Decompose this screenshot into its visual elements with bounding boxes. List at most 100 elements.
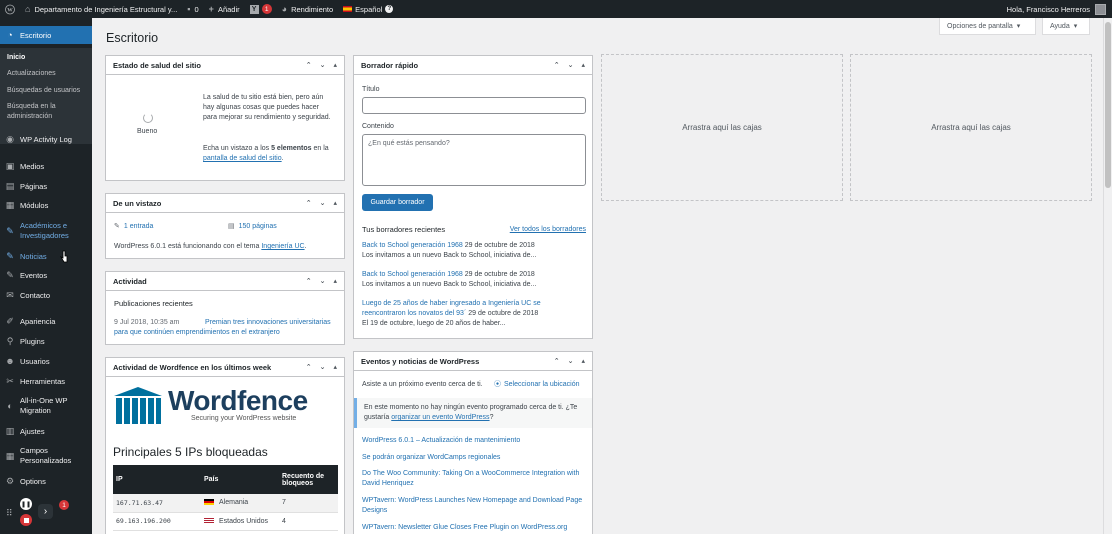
move-up-icon[interactable]: ⌃ (554, 61, 560, 69)
widget-title: Actividad de Wordfence en los últimos we… (113, 362, 272, 372)
move-up-icon[interactable]: ⌃ (306, 363, 312, 371)
count-cell: 4 (279, 512, 338, 531)
pages-link[interactable]: 150 páginas (239, 223, 277, 230)
new-content-menu[interactable]: + Añadir (204, 0, 245, 18)
theme-link[interactable]: Ingeniería UC (261, 243, 304, 250)
wordfence-logo-icon (114, 387, 162, 424)
menu-contact[interactable]: ✉ Contacto (0, 290, 92, 301)
menu-label: Usuarios (20, 356, 50, 366)
move-down-icon[interactable]: ⌄ (320, 277, 326, 285)
pages-icon: ▤ (228, 223, 235, 230)
select-location-link[interactable]: Seleccionar la ubicación (504, 381, 580, 388)
modules-icon: ▦ (5, 200, 15, 210)
scrollbar-thumb[interactable] (1105, 22, 1111, 188)
news-link[interactable]: WPTavern: Newsletter Glue Closes Free Pl… (362, 523, 588, 533)
site-name-menu[interactable]: ⌂ Departamento de Ingeniería Estructural… (20, 0, 182, 18)
menu-events[interactable]: ✎ Eventos (0, 270, 92, 281)
drag-handle-icon[interactable]: ⠿ (6, 508, 13, 519)
stop-button[interactable] (20, 514, 32, 526)
posts-link[interactable]: 1 entrada (124, 223, 154, 230)
widget-header: Actividad de Wordfence en los últimos we… (106, 358, 344, 377)
news-link[interactable]: WPTavern: WordPress Launches New Homepag… (362, 496, 588, 516)
page-scrollbar[interactable] (1103, 18, 1112, 534)
organize-event-link[interactable]: organizar un evento WordPress (391, 414, 489, 421)
draft-item: Back to School generación 1968 29 de oct… (362, 270, 588, 290)
draft-item: Back to School generación 1968 29 de oct… (362, 241, 588, 261)
menu-label: Options (20, 477, 46, 486)
posts-count-link[interactable]: ✎ 1 entrada (114, 222, 153, 232)
submenu-user-searches[interactable]: Búsquedas de usuarios (7, 86, 89, 96)
draft-title-input[interactable] (362, 97, 586, 114)
menu-wp-activity-log[interactable]: ◉ WP Activity Log (0, 134, 92, 145)
empty-drop-zone[interactable]: Arrastra aquí las cajas (601, 54, 843, 201)
move-down-icon[interactable]: ⌄ (320, 199, 326, 207)
mail-icon: ✉ (6, 290, 14, 300)
move-down-icon[interactable]: ⌄ (320, 61, 326, 69)
move-down-icon[interactable]: ⌄ (568, 61, 574, 69)
help-button[interactable]: Ayuda ▾ (1042, 18, 1090, 35)
menu-plugins[interactable]: ⚲ Plugins (0, 336, 92, 347)
wp-logo-menu[interactable]: W (0, 0, 20, 18)
collapse-icon[interactable]: ▴ (581, 61, 585, 69)
menu-label: Páginas (20, 182, 48, 191)
collapse-icon[interactable]: ▴ (333, 199, 337, 207)
menu-options[interactable]: ⚙ Options (0, 476, 92, 487)
draft-excerpt: Los invitamos a un nuevo Back to School,… (362, 252, 537, 259)
move-up-icon[interactable]: ⌃ (306, 277, 312, 285)
users-icon: ☻ (5, 356, 15, 366)
menu-media[interactable]: ▣ Medios (0, 161, 92, 172)
widget-header: Actividad ⌃ ⌄ ▴ (106, 272, 344, 291)
pages-count-link[interactable]: ▤ 150 páginas (228, 222, 277, 232)
select-location-button[interactable]: ⦿ Seleccionar la ubicación (494, 380, 580, 390)
move-down-icon[interactable]: ⌄ (320, 363, 326, 371)
draft-title-link[interactable]: Back to School generación 1968 (362, 242, 463, 249)
move-down-icon[interactable]: ⌄ (568, 357, 574, 365)
menu-modules[interactable]: ▦ Módulos (0, 200, 92, 211)
screen-options-button[interactable]: Opciones de pantalla ▾ (939, 18, 1036, 35)
move-up-icon[interactable]: ⌃ (554, 357, 560, 365)
comments-count: 0 (194, 4, 199, 14)
menu-pages[interactable]: ▤ Páginas (0, 181, 92, 192)
view-all-drafts-link[interactable]: Ver todos los borradores (504, 225, 586, 235)
collapse-icon[interactable]: ▴ (333, 277, 337, 285)
submenu-updates[interactable]: Actualizaciones (7, 69, 89, 79)
menu-all-in-one-migration[interactable]: ◐ All-in-One WP Migration (0, 396, 92, 416)
news-link[interactable]: Do The Woo Community: Taking On a WooCom… (362, 469, 588, 489)
menu-users[interactable]: ☻ Usuarios (0, 356, 92, 366)
save-draft-button[interactable]: Guardar borrador (362, 194, 433, 211)
draft-content-textarea[interactable]: ¿En qué estás pensando? (362, 134, 586, 186)
empty-drop-zone[interactable]: Arrastra aquí las cajas (850, 54, 1092, 201)
spain-flag-icon (343, 6, 353, 12)
menu-tools[interactable]: ✂ Herramientas (0, 376, 92, 387)
menu-news[interactable]: ✎ Noticias (0, 251, 92, 262)
news-link[interactable]: Se podrán organizar WordCamps regionales (362, 453, 588, 463)
collapse-icon[interactable]: ▴ (581, 357, 585, 365)
menu-dashboard[interactable]: ◔ Escritorio (0, 26, 92, 44)
pause-button[interactable]: ❚❚ (20, 498, 32, 510)
menu-academics[interactable]: ✎ Académicos e Investigadores (0, 221, 92, 241)
widget-title: Estado de salud del sitio (113, 60, 201, 70)
menu-appearance[interactable]: ✐ Apariencia (0, 316, 92, 327)
move-up-icon[interactable]: ⌃ (306, 61, 312, 69)
submenu-admin-search[interactable]: Búsqueda en la administración (7, 102, 89, 122)
menu-custom-fields[interactable]: ▦ Campos Personalizados (0, 446, 92, 466)
my-account-menu[interactable]: Hola, Francisco Herreros (1007, 3, 1112, 15)
menu-settings[interactable]: ▥ Ajustes (0, 426, 92, 437)
notification-count: 1 (59, 500, 69, 510)
news-link[interactable]: WordPress 6.0.1 – Actualización de mante… (362, 436, 588, 446)
collapse-icon[interactable]: ▴ (333, 61, 337, 69)
home-icon: ⌂ (25, 4, 31, 14)
comments-menu[interactable]: ▪ 0 (182, 0, 203, 18)
draft-title-link[interactable]: Back to School generación 1968 (362, 271, 463, 278)
collapse-icon[interactable]: ▴ (333, 363, 337, 371)
site-health-link[interactable]: pantalla de salud del sitio (203, 155, 282, 162)
draft-item: Luego de 25 años de haber ingresado a In… (362, 299, 556, 329)
performance-menu[interactable]: ◕ Rendimiento (277, 0, 339, 18)
expand-button[interactable]: › (38, 504, 53, 519)
ip-cell: 167.71.63.47 (113, 494, 201, 513)
recent-post-link[interactable]: Premian tres innovaciones universitarias… (114, 318, 340, 338)
move-up-icon[interactable]: ⌃ (306, 199, 312, 207)
yoast-menu[interactable]: Y 1 (245, 0, 277, 18)
submenu-home[interactable]: Inicio (7, 53, 89, 63)
language-menu[interactable]: Español ? (338, 0, 398, 18)
